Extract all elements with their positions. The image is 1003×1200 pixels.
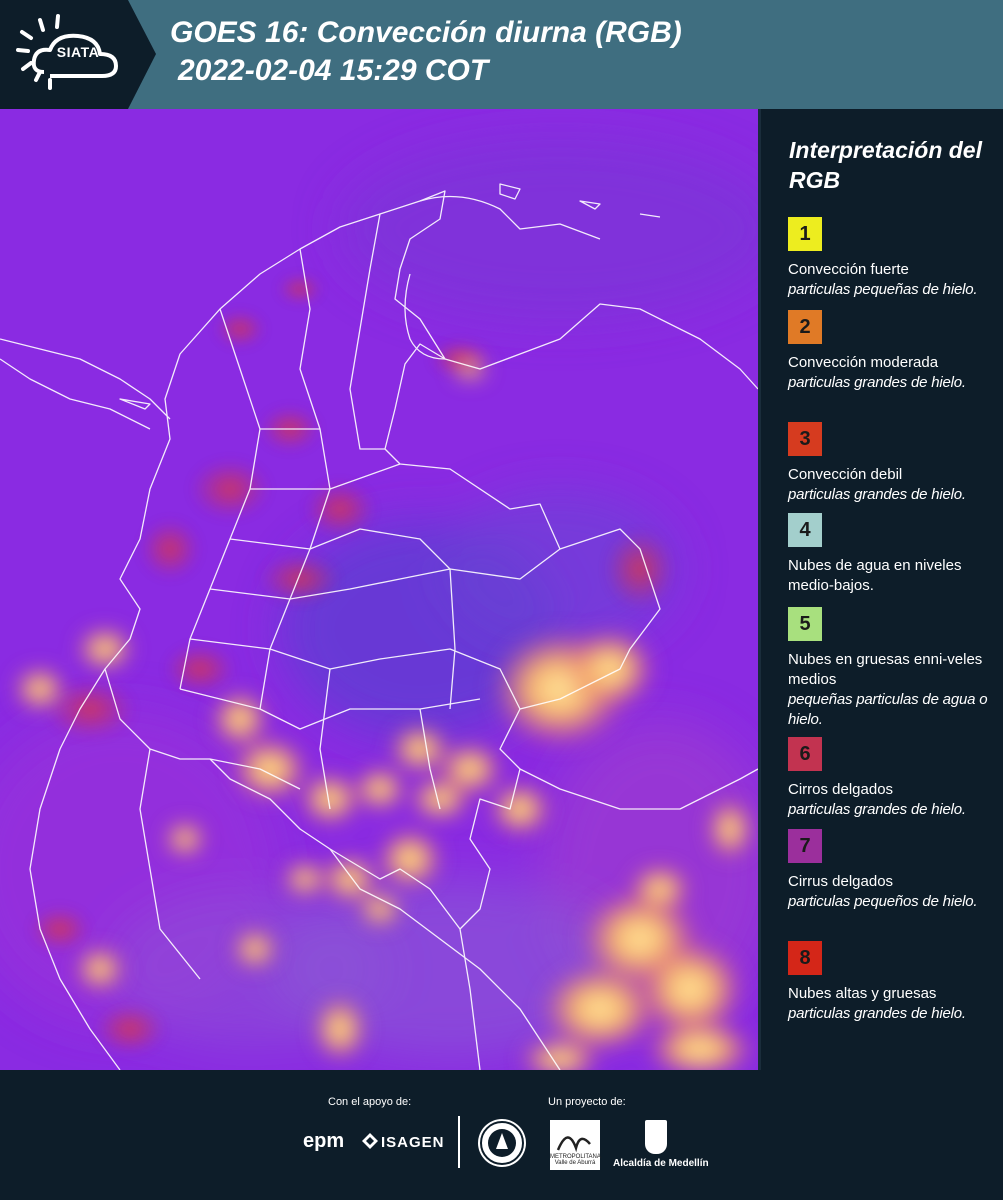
area-metropolitana-logo: METROPOLITANA Valle de Aburrá	[550, 1120, 601, 1170]
isagen-mark-icon	[362, 1133, 378, 1149]
alcaldia-shield-icon	[645, 1120, 667, 1154]
legend-swatch: 7	[788, 829, 822, 863]
legend-label: Convección fuerte	[788, 261, 909, 278]
legend-label: Convección debil	[788, 466, 903, 483]
siata-logo-text: SIATA	[56, 44, 100, 60]
title-line-2: 2022-02-04 15:29 COT	[178, 54, 489, 87]
legend-sublabel: particulas grandes de hielo.	[788, 374, 966, 391]
support-label: Con el apoyo de:	[328, 1096, 412, 1108]
legend-label: Nubes en gruesas enni-veles medios	[788, 651, 983, 688]
title-line-1: GOES 16: Convección diurna (RGB)	[170, 16, 682, 49]
legend-swatch: 3	[788, 422, 822, 456]
legend-item-1: 1 Convección fuerte particulas pequeñas …	[788, 217, 998, 300]
legend-item-2: 2 Convección moderada particulas grandes…	[788, 310, 998, 393]
isagen-logo: ISAGEN	[362, 1133, 445, 1151]
legend-label: Nubes de agua en niveles medio-bajos.	[788, 557, 962, 594]
legend-sublabel: particulas grandes de hielo.	[788, 1005, 966, 1022]
legend-sublabel: particulas grandes de hielo.	[788, 801, 966, 818]
legend-label: Cirros delgados	[788, 781, 894, 798]
legend-label: Convección moderada	[788, 354, 939, 371]
legend-label: Cirrus delgados	[788, 873, 894, 890]
page-title: GOES 16: Convección diurna (RGB) 2022-02-…	[170, 14, 682, 90]
project-label: Un proyecto de:	[548, 1096, 626, 1108]
legend-sublabel: particulas grandes de hielo.	[788, 486, 966, 503]
area-metropolitana-text: METROPOLITANA Valle de Aburrá	[550, 1154, 601, 1166]
legend-sublabel: particulas pequeños de hielo.	[788, 893, 978, 910]
legend-swatch: 6	[788, 737, 822, 771]
legend-item-6: 6 Cirros delgados particulas grandes de …	[788, 737, 998, 820]
legend-item-8: 8 Nubes altas y gruesas particulas grand…	[788, 941, 998, 1024]
header-bar: SIATA GOES 16: Convección diurna (RGB) 20…	[0, 0, 1003, 109]
legend-item-7: 7 Cirrus delgados particulas pequeños de…	[788, 829, 998, 912]
legend-sublabel: particulas pequeñas de hielo.	[788, 281, 978, 298]
legend-label: Nubes altas y gruesas	[788, 985, 937, 1002]
siata-logo: SIATA	[0, 0, 160, 109]
legend-item-5: 5 Nubes en gruesas enni-veles medios peq…	[788, 607, 998, 730]
legend-item-3: 3 Convección debil particulas grandes de…	[788, 422, 998, 505]
legend-swatch: 2	[788, 310, 822, 344]
epm-logo: epm	[303, 1130, 345, 1152]
legend-swatch: 8	[788, 941, 822, 975]
legend-item-4: 4 Nubes de agua en niveles medio-bajos.	[788, 513, 998, 596]
legend-sublabel: pequeñas particulas de agua o hielo.	[788, 691, 988, 728]
legend-title: Interpretación del RGB	[789, 137, 982, 193]
isagen-text: ISAGEN	[381, 1134, 445, 1151]
legend-swatch: 4	[788, 513, 822, 547]
legend-panel: Interpretación del RGB 1 Convección fuer…	[761, 109, 1003, 1070]
satellite-map	[0, 109, 761, 1070]
legend-swatch: 5	[788, 607, 822, 641]
alcaldia-text: Alcaldía de Medellín	[613, 1158, 709, 1169]
footer: Con el apoyo de: Un proyecto de: epm ISA…	[0, 1070, 1003, 1200]
footer-divider	[458, 1116, 460, 1168]
university-seal-icon	[478, 1119, 526, 1167]
legend-swatch: 1	[788, 217, 822, 251]
